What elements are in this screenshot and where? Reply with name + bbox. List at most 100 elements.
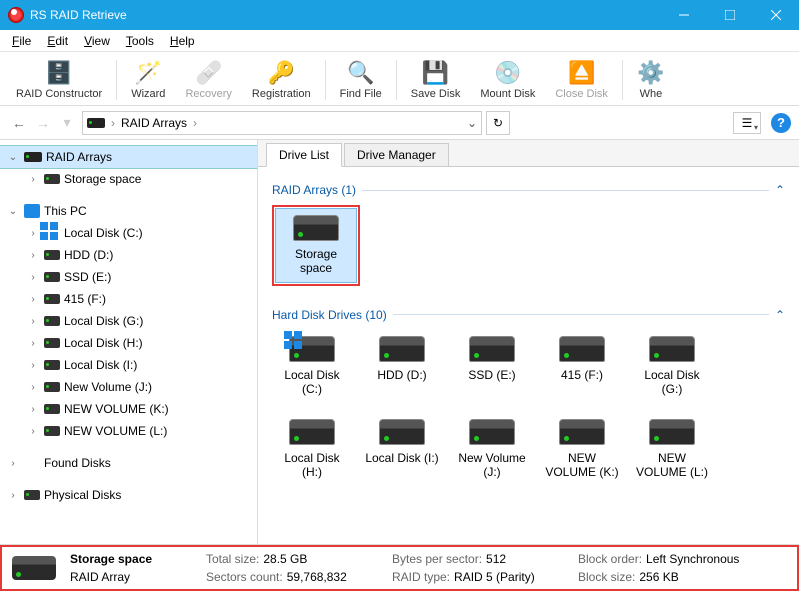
maximize-button[interactable]: [707, 0, 753, 30]
tree-item[interactable]: › SSD (E:): [0, 266, 257, 288]
tree-item[interactable]: › HDD (D:): [0, 244, 257, 266]
thumb-drive[interactable]: New Volume (J:): [452, 413, 532, 486]
tab-drive-list[interactable]: Drive List: [266, 143, 342, 167]
tree-item[interactable]: ›Local Disk (H:): [0, 332, 257, 354]
tree-this-pc[interactable]: ⌄ This PC: [0, 200, 257, 222]
tree-physical-disks[interactable]: › Physical Disks: [0, 484, 257, 506]
thumb-drive[interactable]: 415 (F:): [542, 330, 622, 403]
chevron-right-icon[interactable]: ›: [26, 228, 40, 239]
chevron-right-icon[interactable]: ›: [26, 382, 40, 393]
drive-icon: [559, 419, 605, 445]
tree-raid-arrays[interactable]: ⌄ RAID Arrays: [0, 146, 257, 168]
tree-storage-space[interactable]: › Storage space: [0, 168, 257, 190]
registration-button[interactable]: 🔑Registration: [242, 57, 321, 102]
tree-label: HDD (D:): [64, 248, 113, 262]
menu-view[interactable]: View: [76, 32, 118, 50]
chevron-right-icon[interactable]: ›: [26, 404, 40, 415]
chevron-right-icon[interactable]: ›: [26, 316, 40, 327]
thumb-drive[interactable]: NEW VOLUME (L:): [632, 413, 712, 486]
drive-icon: [559, 336, 605, 362]
breadcrumb-sep: ›: [193, 116, 197, 130]
chevron-right-icon[interactable]: ›: [26, 250, 40, 261]
tree-label: Local Disk (C:): [64, 226, 143, 240]
back-button[interactable]: ←: [8, 112, 30, 134]
tab-drive-manager[interactable]: Drive Manager: [344, 143, 449, 166]
chevron-right-icon[interactable]: ›: [26, 338, 40, 349]
tree-item[interactable]: › New Volume (J:): [0, 376, 257, 398]
tree-label: Found Disks: [44, 456, 111, 470]
status-sectors: 59,768,832: [287, 570, 347, 584]
tree-item[interactable]: › NEW VOLUME (L:): [0, 420, 257, 442]
thumb-drive[interactable]: Local Disk (H:): [272, 413, 352, 486]
content-panel: Drive List Drive Manager RAID Arrays (1)…: [258, 140, 799, 544]
chevron-right-icon[interactable]: ›: [26, 174, 40, 185]
drive-icon: [44, 174, 60, 184]
minimize-button[interactable]: [661, 0, 707, 30]
close-button[interactable]: [753, 0, 799, 30]
chevron-right-icon[interactable]: ›: [6, 458, 20, 469]
chevron-right-icon[interactable]: ›: [26, 360, 40, 371]
thumb-label: Local Disk (C:): [274, 368, 350, 397]
address-dropdown[interactable]: ⌄: [467, 116, 477, 130]
thumb-label: New Volume (J:): [454, 451, 530, 480]
toolbar-overflow[interactable]: ⚙️Whe: [627, 57, 675, 102]
find-file-button[interactable]: 🔍Find File: [330, 57, 392, 102]
close-disk-button: ⏏️Close Disk: [545, 57, 618, 102]
chevron-right-icon[interactable]: ›: [6, 490, 20, 501]
thumb-storage-space[interactable]: Storage space: [276, 209, 356, 282]
mount-disk-button[interactable]: 💿Mount Disk: [470, 57, 545, 102]
save-disk-button[interactable]: 💾Save Disk: [401, 57, 471, 102]
thumb-drive[interactable]: Local Disk (G:): [632, 330, 712, 403]
recovery-button: 🩹Recovery: [175, 57, 241, 102]
thumb-drive[interactable]: HDD (D:): [362, 330, 442, 403]
drive-icon: [469, 419, 515, 445]
tree-label: NEW VOLUME (L:): [64, 424, 167, 438]
drive-icon: [289, 419, 335, 445]
thumb-drive[interactable]: SSD (E:): [452, 330, 532, 403]
chevron-right-icon[interactable]: ›: [26, 426, 40, 437]
status-raid-type: RAID 5 (Parity): [454, 570, 535, 584]
wizard-button[interactable]: 🪄Wizard: [121, 57, 175, 102]
help-button[interactable]: ?: [771, 113, 791, 133]
status-block-size: 256 KB: [639, 570, 678, 584]
tree-item[interactable]: › Local Disk (C:): [0, 222, 257, 244]
drive-icon: [649, 419, 695, 445]
drive-icon: [87, 118, 105, 128]
thumb-drive[interactable]: NEW VOLUME (K:): [542, 413, 622, 486]
menu-tools[interactable]: Tools: [118, 32, 162, 50]
raid-constructor-button[interactable]: 🗄️RAID Constructor: [6, 57, 112, 102]
drive-icon: [44, 338, 60, 348]
thumb-drive[interactable]: Local Disk (C:): [272, 330, 352, 403]
tree-found-disks[interactable]: › Found Disks: [0, 452, 257, 474]
tree-label: This PC: [44, 204, 87, 218]
tree-label: New Volume (J:): [64, 380, 152, 394]
chevron-right-icon[interactable]: ›: [26, 272, 40, 283]
chevron-down-icon[interactable]: ⌄: [6, 152, 20, 163]
breadcrumb-root[interactable]: RAID Arrays: [121, 116, 187, 130]
refresh-button[interactable]: ↻: [486, 111, 510, 135]
collapse-icon[interactable]: ⌃: [775, 308, 785, 322]
collapse-icon[interactable]: ⌃: [775, 183, 785, 197]
menu-edit[interactable]: Edit: [39, 32, 76, 50]
thumb-label: SSD (E:): [468, 368, 515, 396]
tree-item[interactable]: ›415 (F:): [0, 288, 257, 310]
tree-label: SSD (E:): [64, 270, 111, 284]
tabstrip: Drive List Drive Manager: [258, 140, 799, 166]
view-mode-button[interactable]: ☰: [733, 112, 761, 134]
history-dropdown[interactable]: ▾: [56, 112, 78, 134]
tree-item[interactable]: ›Local Disk (I:): [0, 354, 257, 376]
chevron-down-icon[interactable]: ⌄: [6, 206, 20, 217]
chevron-right-icon[interactable]: ›: [26, 294, 40, 305]
menu-help[interactable]: Help: [162, 32, 203, 50]
thumb-drive[interactable]: Local Disk (I:): [362, 413, 442, 486]
tree-item[interactable]: ›NEW VOLUME (K:): [0, 398, 257, 420]
thumb-label: HDD (D:): [377, 368, 426, 396]
address-bar[interactable]: › RAID Arrays › ⌄: [82, 111, 482, 135]
status-type: RAID Array: [70, 570, 130, 584]
menu-file[interactable]: File: [4, 32, 39, 50]
group-hdd: Hard Disk Drives (10) ⌃: [272, 308, 785, 322]
group-title: Hard Disk Drives (10): [272, 308, 387, 322]
tree-label: RAID Arrays: [46, 150, 112, 164]
main-panel: ⌄ RAID Arrays › Storage space ⌄ This PC …: [0, 140, 799, 545]
tree-item[interactable]: ›Local Disk (G:): [0, 310, 257, 332]
